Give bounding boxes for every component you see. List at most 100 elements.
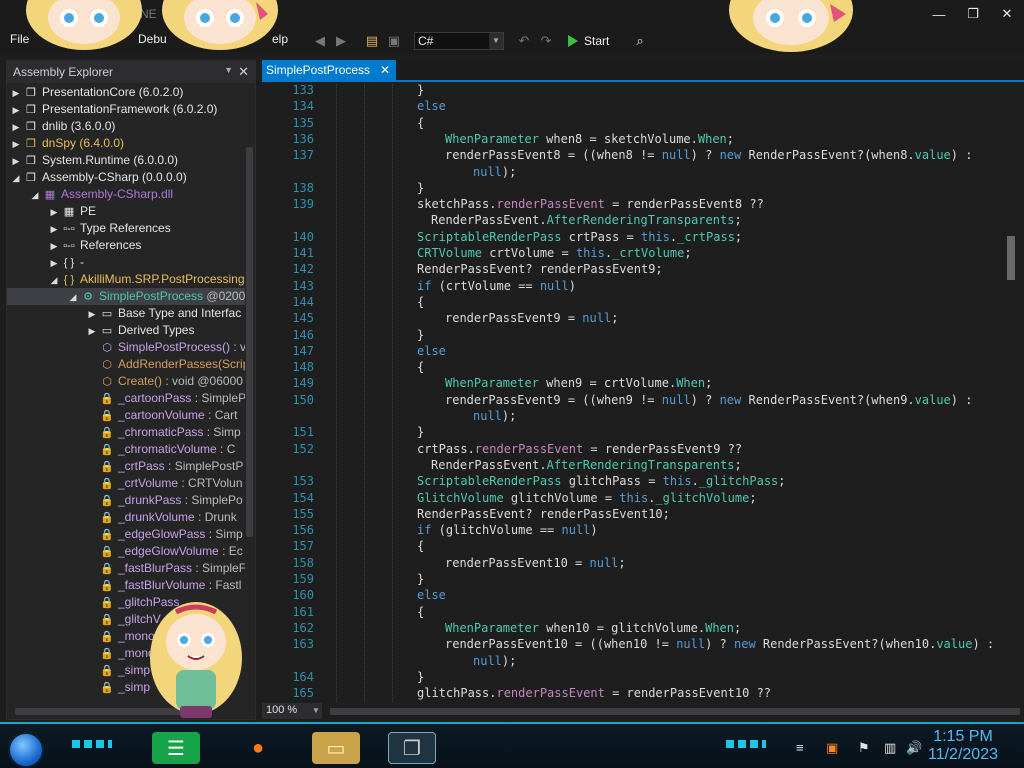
explorer-vertical-scrollbar[interactable] — [246, 147, 253, 537]
expand-toggle-icon[interactable]: ◢ — [11, 170, 21, 187]
dnspy-app-icon[interactable]: ❐ — [388, 732, 436, 764]
expand-toggle-icon[interactable]: ▶ — [49, 204, 59, 221]
tree-item[interactable]: ◢ ▦ Assembly-CSharp.dll — [7, 186, 245, 203]
expand-toggle-icon[interactable]: ▶ — [49, 255, 59, 272]
undo-icon[interactable]: ↶ — [516, 33, 532, 49]
tree-item[interactable]: 🔒 _cartoonPass : SimpleP — [7, 390, 245, 407]
code-token: ) : — [950, 392, 973, 407]
network-icon[interactable]: ▥ — [884, 740, 896, 756]
code-token: } — [417, 425, 425, 440]
tree-item[interactable]: 🔒 _fastBlurPass : SimpleF — [7, 560, 245, 577]
file-explorer-icon[interactable]: ▭ — [312, 732, 360, 764]
explorer-header: Assembly Explorer ▼ ✕ — [7, 61, 255, 83]
chevron-down-icon: ▼ — [489, 33, 503, 49]
code-token: ) ? — [705, 637, 734, 652]
expand-toggle-icon[interactable]: ▶ — [87, 306, 97, 323]
tree-item-label: _edgeGlowPass — [118, 527, 206, 541]
tree-item[interactable]: 🔒 _fastBlurVolume : Fastl — [7, 577, 245, 594]
tree-item[interactable]: ▶ ▦ PE — [7, 203, 245, 220]
tree-item-label: _fastBlurPass — [118, 561, 193, 575]
code-token: ; — [618, 555, 626, 570]
tree-item[interactable]: ◢ { } AkilliMum.SRP.PostProcessing — [7, 271, 245, 288]
tree-item[interactable]: ⬡ Create() : void @06000 — [7, 373, 245, 390]
line-number: 134 — [292, 99, 314, 114]
zoom-select[interactable]: 100 % ▼ — [262, 703, 322, 719]
tree-item[interactable]: 🔒 _drunkVolume : Drunk — [7, 509, 245, 526]
chevron-down-icon: ▼ — [312, 706, 320, 715]
notes-app-icon[interactable]: ☰ — [152, 732, 200, 764]
tree-item[interactable]: ◢ ❒ Assembly-CSharp (0.0.0.0) — [7, 169, 245, 186]
code-token: } — [417, 327, 425, 342]
line-number: 150 — [292, 392, 314, 407]
firefox-icon[interactable]: ● — [234, 732, 282, 764]
tree-item[interactable]: 🔒 _crtVolume : CRTVolun — [7, 475, 245, 492]
start-orb-icon[interactable] — [8, 732, 44, 768]
expand-toggle-icon[interactable]: ◢ — [30, 187, 40, 204]
expand-toggle-icon[interactable]: ▶ — [11, 119, 21, 136]
back-icon[interactable]: ◀ — [312, 33, 328, 49]
flag-icon[interactable]: ⚑ — [858, 740, 870, 756]
editor-horizontal-scrollbar[interactable] — [330, 708, 1020, 715]
open-folder-icon[interactable]: ▤ — [364, 33, 380, 49]
tree-item[interactable]: 🔒 _edgeGlowVolume : Ec — [7, 543, 245, 560]
tree-item[interactable]: 🔒 _chromaticVolume : C — [7, 441, 245, 458]
dropdown-icon[interactable]: ▼ — [224, 65, 233, 75]
start-button[interactable]: Start — [568, 32, 609, 50]
code-token: renderPassEvent — [496, 197, 605, 212]
tree-item-meta: : Simp — [205, 527, 243, 541]
tree-item[interactable]: 🔒 _edgeGlowPass : Simp — [7, 526, 245, 543]
tree-item[interactable]: 🔒 _drunkPass : SimplePo — [7, 492, 245, 509]
code-token: new — [719, 392, 742, 407]
tree-item[interactable]: ▶ ❒ dnlib (3.6.0.0) — [7, 118, 245, 135]
close-button[interactable]: ✕ — [990, 0, 1024, 28]
save-icon[interactable]: ▣ — [386, 33, 402, 49]
code-token: AfterRenderingTransparents — [546, 457, 735, 472]
editor-vertical-scrollbar[interactable] — [1004, 84, 1018, 702]
close-icon[interactable]: ✕ — [380, 63, 390, 82]
language-select[interactable]: C# ▼ — [414, 32, 504, 50]
expand-toggle-icon[interactable]: ▶ — [11, 153, 21, 170]
tree-item[interactable]: 🔒 _chromaticPass : Simp — [7, 424, 245, 441]
tree-item[interactable]: ▶ { } - — [7, 254, 245, 271]
tree-item[interactable]: ▶ ▭ Derived Types — [7, 322, 245, 339]
tree-item[interactable]: ▶ ❒ dnSpy (6.4.0.0) — [7, 135, 245, 152]
tree-node-icon: ❒ — [26, 87, 36, 99]
tree-item[interactable]: ⬡ AddRenderPasses(Scrip — [7, 356, 245, 373]
redo-icon[interactable]: ↷ — [538, 33, 554, 49]
expand-toggle-icon[interactable]: ▶ — [11, 85, 21, 102]
tree-item[interactable]: ⬡ SimplePostProcess() : v — [7, 339, 245, 356]
system-clock[interactable]: 1:15 PM 11/2/2023 — [928, 728, 998, 764]
search-icon[interactable]: ⌕ — [632, 33, 648, 49]
scroll-thumb[interactable] — [1007, 236, 1015, 280]
tree-item[interactable]: ▶ ❒ PresentationFramework (6.0.2.0) — [7, 101, 245, 118]
tree-item[interactable]: 🔒 _crtPass : SimplePostP — [7, 458, 245, 475]
forward-icon[interactable]: ▶ — [333, 33, 349, 49]
expand-toggle-icon[interactable]: ▶ — [87, 323, 97, 340]
expand-toggle-icon[interactable]: ▶ — [49, 238, 59, 255]
code-token: RenderPassEvent? renderPassEvent9; — [417, 262, 663, 277]
close-icon[interactable]: ✕ — [238, 64, 249, 80]
code-text: { — [417, 294, 424, 310]
expand-toggle-icon[interactable]: ◢ — [49, 272, 59, 289]
tree-item[interactable]: ▶ ▭ Base Type and Interfac — [7, 305, 245, 322]
tray-app-icon[interactable]: ▣ — [826, 740, 838, 756]
restore-button[interactable]: ❐ — [956, 0, 990, 28]
taskbar-menu-icon[interactable]: ≡ — [796, 740, 804, 755]
tree-item[interactable]: ▶ ❒ System.Runtime (6.0.0.0) — [7, 152, 245, 169]
code-editor[interactable]: 133} 134 else 135{136 WhenParameter when8 = … — [262, 84, 1002, 702]
expand-toggle-icon[interactable]: ▶ — [49, 221, 59, 238]
tree-item[interactable]: ▶ ▫-▫ Type References — [7, 220, 245, 237]
expand-toggle-icon[interactable]: ▶ — [11, 102, 21, 119]
expand-toggle-icon[interactable]: ◢ — [68, 289, 78, 306]
expand-toggle-icon[interactable]: ▶ — [11, 136, 21, 153]
minimize-button[interactable]: — — [922, 0, 956, 28]
code-line: 149 WhenParameter when9 = crtVolume.When; — [262, 375, 1002, 391]
tree-item[interactable]: ▶ ▫-▫ References — [7, 237, 245, 254]
code-token: ); — [501, 409, 517, 423]
tree-item[interactable]: 🔒 _cartoonVolume : Cart — [7, 407, 245, 424]
tree-item[interactable]: ◢ ⚙ SimplePostProcess @0200 — [7, 288, 245, 305]
code-text: RenderPassEvent? renderPassEvent9; — [417, 261, 663, 277]
tab-simplepostprocess[interactable]: SimplePostProcess ✕ — [262, 60, 397, 82]
volume-icon[interactable]: 🔊 — [906, 740, 922, 756]
tree-item[interactable]: ▶ ❒ PresentationCore (6.0.2.0) — [7, 84, 245, 101]
